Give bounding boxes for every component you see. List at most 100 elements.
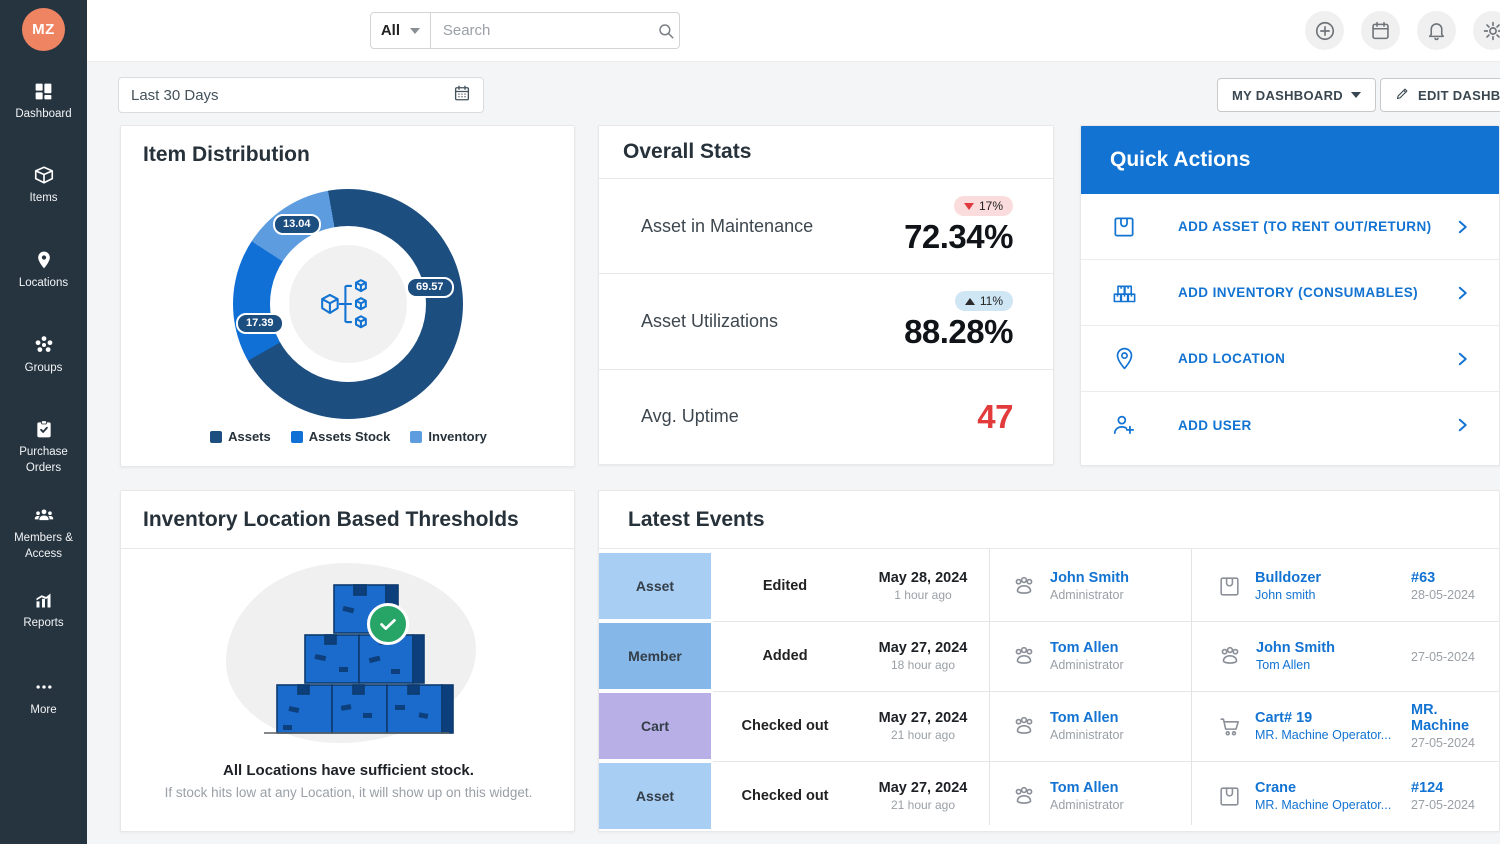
sidebar-item-more[interactable]: More: [0, 676, 87, 719]
calendar-icon: [453, 84, 471, 107]
location-pin-icon: [33, 249, 55, 271]
event-item-link[interactable]: Bulldozer: [1255, 570, 1321, 586]
sidebar-item-members-access[interactable]: Members & Access: [0, 504, 87, 562]
table-row[interactable]: Asset Edited May 28, 2024 1 hour ago Joh…: [599, 553, 1499, 619]
stat-row-asset-in-maintenance: Asset in Maintenance 17% 72.34%: [599, 179, 1053, 274]
quick-action-add-user[interactable]: ADD USER: [1081, 392, 1499, 458]
quick-action-add-inventory[interactable]: ADD INVENTORY (CONSUMABLES): [1081, 260, 1499, 326]
edit-dashboard-button[interactable]: EDIT DASHBOARD: [1380, 78, 1500, 112]
event-time-ago: 1 hour ago: [894, 588, 951, 602]
inventory-boxes-icon: [1109, 278, 1139, 308]
my-dashboard-button[interactable]: MY DASHBOARD: [1217, 78, 1376, 112]
event-user-link[interactable]: Tom Allen: [1050, 780, 1124, 796]
event-time-ago: 21 hour ago: [891, 798, 955, 812]
table-row[interactable]: Cart Checked out May 27, 2024 21 hour ag…: [599, 693, 1499, 759]
event-item-link[interactable]: Cart# 19: [1255, 710, 1391, 726]
sidebar-item-reports[interactable]: Reports: [0, 589, 87, 632]
event-item-cell: John Smith Tom Allen: [1189, 623, 1397, 689]
event-item-sub[interactable]: John smith: [1255, 588, 1321, 602]
table-row[interactable]: Asset Checked out May 27, 2024 21 hour a…: [599, 763, 1499, 829]
legend-label: Assets Stock: [309, 429, 391, 444]
topbar: All: [87, 0, 1500, 62]
event-type-badge: Asset: [599, 763, 711, 829]
quick-actions-card: Quick Actions ADD ASSET (TO RENT OUT/RET…: [1080, 125, 1500, 466]
event-user-link[interactable]: Tom Allen: [1050, 640, 1124, 656]
event-item-link[interactable]: John Smith: [1256, 640, 1335, 656]
my-dashboard-label: MY DASHBOARD: [1232, 88, 1343, 103]
card-title: Overall Stats: [623, 140, 751, 164]
avatar[interactable]: MZ: [22, 8, 65, 51]
date-range-picker[interactable]: Last 30 Days: [118, 77, 484, 113]
stat-value: 88.28%: [904, 313, 1013, 351]
sidebar-item-dashboard[interactable]: Dashboard: [0, 80, 87, 123]
event-action: Edited: [711, 553, 859, 619]
stat-delta-value: 11%: [980, 294, 1003, 308]
quick-action-add-asset[interactable]: ADD ASSET (TO RENT OUT/RETURN): [1081, 194, 1499, 260]
chevron-right-icon: [1453, 350, 1471, 368]
event-ref-cell: #63 28-05-2024: [1397, 553, 1499, 619]
sidebar-item-label: Reports: [4, 616, 84, 632]
event-date-value: May 28, 2024: [879, 570, 968, 586]
sidebar-item-purchase-orders[interactable]: Purchase Orders: [0, 418, 87, 476]
add-circle-icon[interactable]: [1305, 11, 1344, 50]
event-ref[interactable]: #124: [1411, 780, 1499, 796]
event-time-ago: 21 hour ago: [891, 728, 955, 742]
sidebar-item-label: Members & Access: [4, 531, 84, 562]
more-dots-icon: [33, 676, 55, 698]
chevron-right-icon: [1453, 218, 1471, 236]
event-item-sub[interactable]: MR. Machine Operator...: [1255, 798, 1391, 812]
event-user-link[interactable]: Tom Allen: [1050, 710, 1124, 726]
edit-dashboard-label: EDIT DASHBOARD: [1418, 88, 1500, 103]
chevron-right-icon: [1453, 284, 1471, 302]
sidebar-item-label: Dashboard: [4, 107, 84, 123]
event-ref[interactable]: #63: [1411, 570, 1499, 586]
search-category-select[interactable]: All: [371, 13, 431, 48]
people-icon: [1011, 643, 1037, 669]
quick-action-add-location[interactable]: ADD LOCATION: [1081, 326, 1499, 392]
search-input[interactable]: [431, 13, 654, 48]
sidebar-item-groups[interactable]: Groups: [0, 334, 87, 377]
calendar-icon[interactable]: [1361, 11, 1400, 50]
table-row[interactable]: Member Added May 27, 2024 18 hour ago To…: [599, 623, 1499, 689]
event-user-link[interactable]: John Smith: [1050, 570, 1129, 586]
search-icon[interactable]: [654, 13, 679, 48]
sidebar-item-locations[interactable]: Locations: [0, 249, 87, 292]
sidebar-item-items[interactable]: Items: [0, 164, 87, 207]
event-item-cell: Bulldozer John smith: [1189, 553, 1397, 619]
stat-delta-badge: 11%: [955, 291, 1013, 311]
thresholds-subtext: If stock hits low at any Location, it wi…: [121, 785, 576, 800]
legend-item: Assets: [210, 429, 271, 444]
items-box-icon: [33, 164, 55, 186]
app-root: MZ Dashboard Items Locations Groups: [0, 0, 1500, 844]
event-user-role: Administrator: [1050, 588, 1129, 602]
triangle-down-icon: [964, 203, 974, 210]
donut-label-inventory: 13.04: [273, 214, 321, 235]
topbar-actions: [1305, 11, 1500, 50]
asset-tag-icon: [1217, 574, 1242, 599]
bell-icon[interactable]: [1417, 11, 1456, 50]
event-date: May 27, 2024 21 hour ago: [859, 763, 987, 829]
chevron-down-icon: [1351, 92, 1361, 98]
asset-tag-icon: [1109, 212, 1139, 242]
row-divider: [713, 621, 1499, 622]
event-ref[interactable]: MR. Machine: [1411, 702, 1499, 734]
chevron-right-icon: [1453, 416, 1471, 434]
location-pin-icon: [1109, 344, 1139, 374]
event-user-role: Administrator: [1050, 658, 1124, 672]
members-people-icon: [33, 504, 55, 526]
event-ref-cell: #124 27-05-2024: [1397, 763, 1499, 829]
event-action: Checked out: [711, 763, 859, 829]
global-search: All: [370, 12, 680, 49]
stat-row-avg-uptime: Avg. Uptime 47: [599, 370, 1053, 464]
card-title: Quick Actions: [1110, 148, 1250, 172]
event-item-sub[interactable]: Tom Allen: [1256, 658, 1335, 672]
pencil-icon: [1395, 86, 1410, 104]
search-category-value: All: [381, 22, 400, 39]
people-icon: [1011, 573, 1037, 599]
donut-label-assets-stock: 17.39: [236, 313, 284, 334]
row-divider: [713, 761, 1499, 762]
event-item-sub[interactable]: MR. Machine Operator...: [1255, 728, 1391, 742]
legend-swatch: [410, 431, 422, 443]
event-item-link[interactable]: Crane: [1255, 780, 1391, 796]
gear-icon[interactable]: [1473, 11, 1500, 50]
